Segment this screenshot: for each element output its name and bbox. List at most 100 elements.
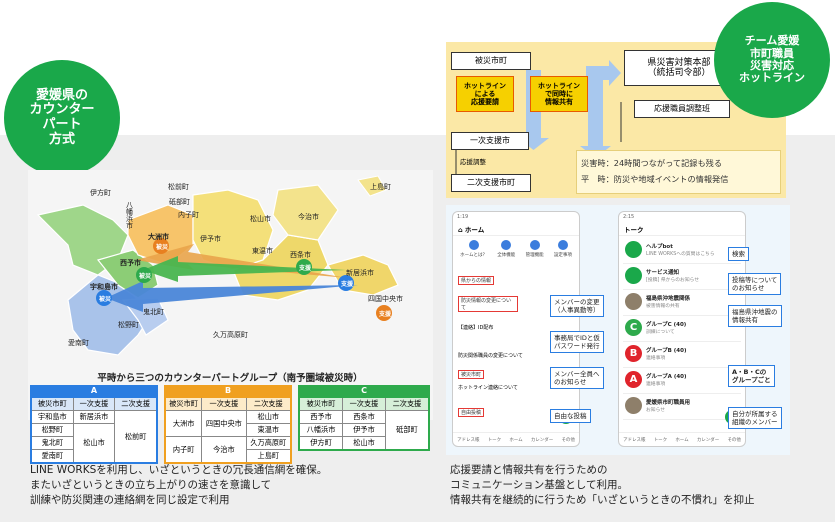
cell: 宇和島市	[30, 410, 74, 424]
col-header: 二次支援	[384, 396, 430, 411]
section-label: 被災市町	[458, 370, 485, 379]
tab[interactable]: アドレス帳	[623, 437, 646, 443]
phone-header: ⌂ ホーム	[453, 222, 579, 236]
group-header: B	[164, 385, 292, 396]
left-title-bubble: 愛媛県の カウンター パート 方式	[4, 60, 120, 176]
tab[interactable]: ホーム	[509, 437, 522, 443]
callout-free-post: 自由な投稿	[550, 409, 591, 424]
talk-name: 福島県沖地震関係	[646, 296, 691, 302]
map-label: 松前町	[168, 183, 189, 191]
caption-line: またいざというときの立ち上がりの速さを意識して	[30, 479, 272, 491]
tag-text: 被災	[139, 273, 152, 280]
chosei-label: 応援調整	[460, 158, 486, 166]
col-header: 二次支援	[245, 396, 292, 411]
caption-line: コミュニケーション基盤として利用。	[450, 479, 628, 491]
callout-post-notice: 投稿等について のお知らせ	[728, 273, 782, 296]
home-icon: ⌂	[458, 226, 463, 234]
tab[interactable]: その他	[727, 437, 741, 443]
phone-title: トーク	[619, 222, 745, 236]
cell: 愛南町	[30, 449, 74, 464]
map-subtitle: 平時から三つのカウンターパートグループ（南予圏域被災時）	[97, 373, 363, 384]
talk-name: 愛媛県市町職員用	[646, 400, 691, 406]
quick-icon[interactable]: ホームとは？	[460, 240, 487, 258]
talk-row[interactable]: C グループC (40) 訓練について	[623, 316, 741, 342]
talk-preview: 被害情報の共有	[646, 304, 680, 309]
talk-name: サービス通知	[646, 270, 680, 276]
post-title[interactable]: ホットライン連絡について	[458, 384, 518, 391]
quick-icon[interactable]: 管理機能	[526, 240, 544, 258]
callout-fukushima: 福島県沖地震の 情報共有	[728, 305, 782, 328]
tag-text: 支援	[341, 281, 354, 288]
section-label: 県からの情報	[458, 276, 495, 285]
map-label: 八幡浜市	[126, 201, 133, 230]
tab[interactable]: カレンダー	[697, 437, 720, 443]
tab[interactable]: トーク	[488, 437, 502, 443]
col-header: 一次支援	[72, 396, 116, 411]
tab[interactable]: ホーム	[675, 437, 688, 443]
callout-search: 検索	[728, 247, 749, 262]
group-header: C	[298, 385, 430, 396]
flow-arrow-right	[586, 66, 611, 80]
map-label: 鬼北町	[143, 308, 164, 316]
cell: 新居浜市	[72, 410, 116, 424]
tab[interactable]: トーク	[654, 437, 668, 443]
tag-text: 被災	[156, 244, 169, 251]
cell: 松山市	[342, 436, 386, 451]
ichiji-box: 一次支援市	[451, 132, 529, 150]
cell: 上島町	[245, 449, 292, 464]
post-title[interactable]: 防災情報の変更について	[458, 296, 518, 312]
map-label: 大洲市	[148, 233, 169, 241]
cell: 大洲市	[164, 410, 203, 437]
status-time: 2:15	[623, 214, 635, 220]
cell: 松山市	[245, 410, 292, 424]
cell: 砥部町	[384, 410, 430, 451]
talk-row[interactable]: 福島県沖地震関係 被害情報の共有	[623, 290, 741, 316]
quick-icon[interactable]: 設定事項	[554, 240, 572, 258]
talk-row[interactable]: サービス通知 [投稿] 県からのお知らせ	[623, 264, 741, 290]
callout-member-change: メンバーの変更 （人事異動等）	[550, 295, 604, 318]
map-label: 新居浜市	[346, 269, 374, 277]
talk-row[interactable]: 愛媛県市町職員用 お知らせ	[623, 394, 741, 420]
talk-row[interactable]: B グループB (40) 連絡事項	[623, 342, 741, 368]
tab[interactable]: アドレス帳	[457, 437, 480, 443]
post-title[interactable]: 【連絡】ID配布	[458, 324, 493, 331]
group-table: 被災市町 一次支援 二次支援 大洲市 四国中央市 松山市 東温市 内子町 今治市 久万高…	[164, 396, 292, 464]
tag-text: 支援	[299, 265, 312, 272]
cell: 東温市	[245, 423, 292, 437]
cell: 西予市	[298, 410, 344, 424]
flow-note: 災害時：24時間つながって記録も残る 平 時：防災や地域イベントの情報発信	[576, 150, 781, 194]
talk-preview: お知らせ	[646, 408, 666, 413]
callout-abc: A・B・Cの グループごと	[728, 365, 775, 388]
tag-text: 支援	[379, 311, 392, 318]
col-header: 一次支援	[342, 396, 386, 411]
avatar	[625, 397, 642, 414]
cell: 伊予市	[342, 423, 386, 437]
tab[interactable]: カレンダー	[531, 437, 554, 443]
quick-icon[interactable]: 全体機能	[497, 240, 515, 258]
cell: 鬼北町	[30, 436, 74, 450]
app-screenshots: 1:19 ⌂ ホーム ホームとは？ 全体機能 管理機能 設定事項 県からの情報 …	[446, 205, 790, 455]
talk-name: ヘルプbot	[646, 244, 673, 250]
map-label: 松山市	[250, 215, 271, 223]
talk-name: グループA (40)	[646, 374, 687, 380]
avatar	[625, 267, 642, 284]
quick-icons: ホームとは？ 全体機能 管理機能 設定事項	[453, 236, 579, 262]
talk-row[interactable]: ヘルプbot LINE WORKSへの質問はこちら	[623, 238, 741, 264]
tab[interactable]: その他	[561, 437, 575, 443]
talk-preview: LINE WORKSへの質問はこちら	[646, 252, 715, 257]
talk-row[interactable]: A グループA (40) 連絡事項	[623, 368, 741, 394]
caption-line: 応援要請と情報共有を行うための	[450, 464, 608, 476]
group-table: 被災市町 一次支援 二次支援 西予市 西条市 砥部町 八幡浜市 伊予市 伊方町 松山市	[298, 396, 430, 451]
map-label: 東温市	[252, 247, 273, 255]
caption-line: LINE WORKSを利用し、いざというときの冗長通信網を確保。	[30, 464, 328, 476]
ouen-box: 応援職員調整班	[634, 100, 730, 118]
right-caption: 応援要請と情報共有を行うための コミュニケーション基盤として利用。 情報共有を継…	[450, 463, 755, 508]
caption-line: 訓練や防災関連の連絡網を同じ設定で利用	[30, 494, 230, 506]
post-title[interactable]: 防災関係職員の変更について	[458, 352, 523, 359]
section-label: 自由投稿	[458, 408, 485, 417]
cell: 今治市	[201, 436, 247, 464]
bubble-line: 方式	[48, 131, 75, 147]
talk-preview: [投稿] 県からのお知らせ	[646, 278, 700, 283]
map-label: 砥部町	[169, 198, 190, 206]
phone-title: ホーム	[464, 226, 485, 234]
